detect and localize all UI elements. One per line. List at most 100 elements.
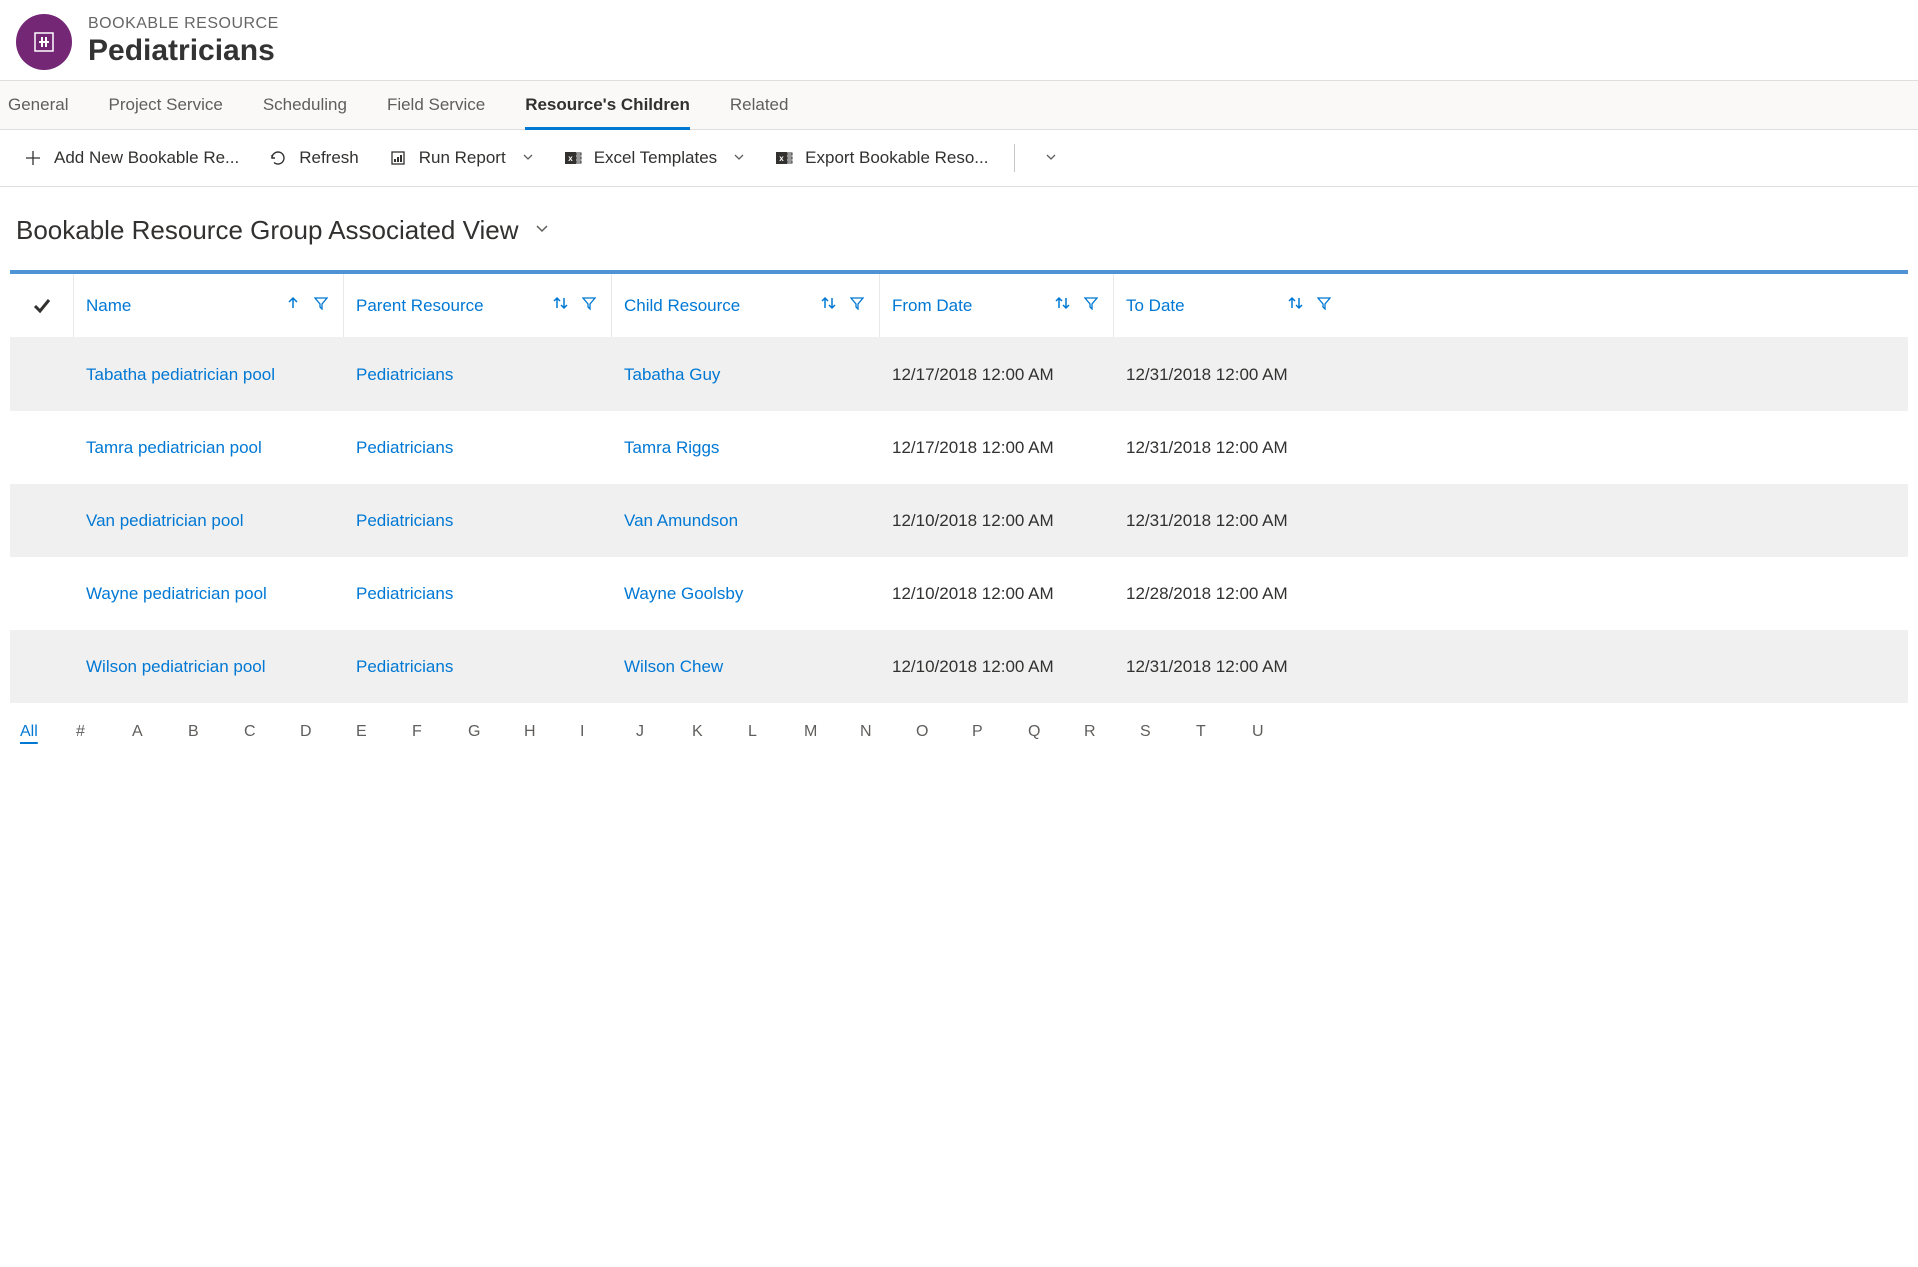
alpha-item[interactable]: K (692, 721, 748, 743)
table-row[interactable]: Tabatha pediatrician pool Pediatricians … (10, 338, 1908, 411)
cell-parent[interactable]: Pediatricians (344, 411, 612, 484)
column-header-child[interactable]: Child Resource (612, 274, 880, 337)
cell-child[interactable]: Tabatha Guy (612, 338, 880, 411)
sort-icon[interactable] (1053, 296, 1073, 315)
alphabet-filter: All#ABCDEFGHIJKLMNOPQRSTU (0, 703, 1918, 753)
alpha-item[interactable]: P (972, 721, 1028, 743)
alpha-item[interactable]: J (636, 721, 692, 743)
table-row[interactable]: Wayne pediatrician pool Pediatricians Wa… (10, 557, 1908, 630)
column-header-parent[interactable]: Parent Resource (344, 274, 612, 337)
alpha-item[interactable]: H (524, 721, 580, 743)
table-row[interactable]: Van pediatrician pool Pediatricians Van … (10, 484, 1908, 557)
add-new-button[interactable]: Add New Bookable Re... (12, 140, 251, 176)
cell-parent[interactable]: Pediatricians (344, 338, 612, 411)
filter-icon[interactable] (311, 296, 331, 315)
alpha-item[interactable]: M (804, 721, 860, 743)
header-text: BOOKABLE RESOURCE Pediatricians (88, 15, 279, 69)
chevron-down-icon (1045, 150, 1057, 166)
row-checkbox[interactable] (10, 484, 74, 557)
alpha-item[interactable]: L (748, 721, 804, 743)
more-commands-button[interactable] (1029, 142, 1069, 174)
view-selector[interactable]: Bookable Resource Group Associated View (0, 187, 1918, 270)
cell-name[interactable]: Tamra pediatrician pool (74, 411, 344, 484)
alpha-item[interactable]: F (412, 721, 468, 743)
table-row[interactable]: Wilson pediatrician pool Pediatricians W… (10, 630, 1908, 703)
cell-to: 12/31/2018 12:00 AM (1114, 630, 1346, 703)
table-row[interactable]: Tamra pediatrician pool Pediatricians Ta… (10, 411, 1908, 484)
alpha-item[interactable]: S (1140, 721, 1196, 743)
row-checkbox[interactable] (10, 338, 74, 411)
alpha-item[interactable]: N (860, 721, 916, 743)
tab-general[interactable]: General (8, 81, 88, 129)
cell-name[interactable]: Van pediatrician pool (74, 484, 344, 557)
alpha-item[interactable]: U (1252, 721, 1308, 743)
alpha-item[interactable]: All (20, 721, 76, 743)
alpha-item[interactable]: B (188, 721, 244, 743)
excel-icon: x (775, 149, 793, 167)
sort-icon[interactable] (1286, 296, 1306, 315)
excel-templates-button[interactable]: x Excel Templates (552, 140, 757, 176)
cell-child[interactable]: Van Amundson (612, 484, 880, 557)
cell-from: 12/17/2018 12:00 AM (880, 411, 1114, 484)
select-all-checkbox[interactable] (10, 274, 74, 337)
cell-name[interactable]: Wilson pediatrician pool (74, 630, 344, 703)
cell-to: 12/28/2018 12:00 AM (1114, 557, 1346, 630)
sort-asc-icon[interactable] (283, 296, 303, 315)
page-title: Pediatricians (88, 33, 279, 69)
cell-child[interactable]: Tamra Riggs (612, 411, 880, 484)
add-new-label: Add New Bookable Re... (54, 148, 239, 168)
refresh-button[interactable]: Refresh (257, 140, 371, 176)
column-header-from[interactable]: From Date (880, 274, 1114, 337)
chevron-down-icon (534, 220, 550, 241)
cell-name[interactable]: Wayne pediatrician pool (74, 557, 344, 630)
chevron-down-icon (733, 150, 745, 166)
cell-child[interactable]: Wayne Goolsby (612, 557, 880, 630)
row-checkbox[interactable] (10, 411, 74, 484)
grid-header: Name Parent Resource Child Resource (10, 274, 1908, 338)
toolbar-divider (1014, 144, 1015, 172)
cell-name[interactable]: Tabatha pediatrician pool (74, 338, 344, 411)
refresh-icon (269, 149, 287, 167)
tab-related[interactable]: Related (730, 81, 809, 129)
record-header: BOOKABLE RESOURCE Pediatricians (0, 0, 1918, 80)
entity-type-label: BOOKABLE RESOURCE (88, 15, 279, 33)
cell-parent[interactable]: Pediatricians (344, 484, 612, 557)
row-checkbox[interactable] (10, 630, 74, 703)
filter-icon[interactable] (847, 296, 867, 315)
cell-parent[interactable]: Pediatricians (344, 557, 612, 630)
alpha-item[interactable]: D (300, 721, 356, 743)
alpha-item[interactable]: E (356, 721, 412, 743)
tab-project-service[interactable]: Project Service (108, 81, 242, 129)
sort-icon[interactable] (551, 296, 571, 315)
column-header-name[interactable]: Name (74, 274, 344, 337)
row-checkbox[interactable] (10, 557, 74, 630)
excel-templates-label: Excel Templates (594, 148, 717, 168)
run-report-button[interactable]: Run Report (377, 140, 546, 176)
tab-scheduling[interactable]: Scheduling (263, 81, 367, 129)
column-header-to[interactable]: To Date (1114, 274, 1346, 337)
report-icon (389, 149, 407, 167)
alpha-item[interactable]: G (468, 721, 524, 743)
alpha-item[interactable]: A (132, 721, 188, 743)
filter-icon[interactable] (579, 296, 599, 315)
tab-field-service[interactable]: Field Service (387, 81, 505, 129)
cell-to: 12/31/2018 12:00 AM (1114, 484, 1346, 557)
cell-child[interactable]: Wilson Chew (612, 630, 880, 703)
cell-from: 12/10/2018 12:00 AM (880, 557, 1114, 630)
export-button[interactable]: x Export Bookable Reso... (763, 140, 1000, 176)
alpha-item[interactable]: O (916, 721, 972, 743)
filter-icon[interactable] (1314, 296, 1334, 315)
alpha-item[interactable]: Q (1028, 721, 1084, 743)
run-report-label: Run Report (419, 148, 506, 168)
view-title: Bookable Resource Group Associated View (16, 215, 518, 246)
alpha-item[interactable]: I (580, 721, 636, 743)
alpha-item[interactable]: C (244, 721, 300, 743)
alpha-item[interactable]: T (1196, 721, 1252, 743)
grid-body: Tabatha pediatrician pool Pediatricians … (10, 338, 1908, 703)
alpha-item[interactable]: R (1084, 721, 1140, 743)
alpha-item[interactable]: # (76, 721, 132, 743)
cell-parent[interactable]: Pediatricians (344, 630, 612, 703)
tab-resources-children[interactable]: Resource's Children (525, 81, 710, 129)
sort-icon[interactable] (819, 296, 839, 315)
filter-icon[interactable] (1081, 296, 1101, 315)
